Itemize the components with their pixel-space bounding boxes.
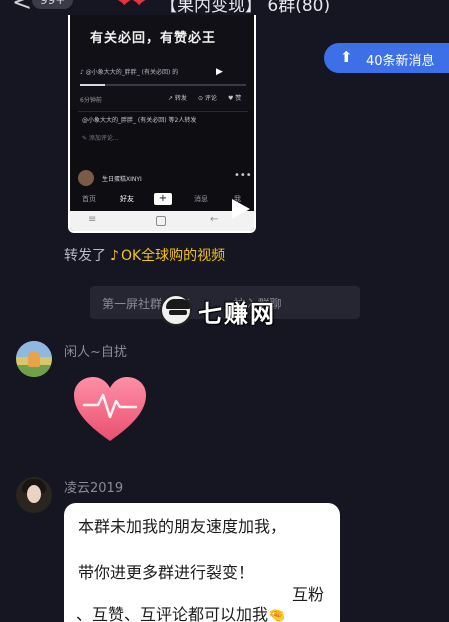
video-author-row[interactable]: 生日蛋糕XINYI ••• — [78, 170, 252, 186]
like-button[interactable]: ♥ 赞 — [228, 93, 241, 102]
message-line-text: 、互赞、互评论都可以加我 — [76, 605, 269, 622]
author-name[interactable]: 生日蛋糕XINYI — [102, 174, 142, 183]
play-video-icon[interactable] — [226, 196, 252, 222]
sender-name: 闲人~自扰 — [64, 345, 127, 360]
avatar[interactable] — [16, 341, 52, 377]
heart-sticker[interactable] — [70, 375, 150, 445]
new-messages-button[interactable]: ⬆ 40条新消息 — [324, 43, 449, 73]
watermark-logo: 七赚网 — [160, 294, 296, 328]
avatar-face — [27, 485, 41, 503]
back-arrow-icon[interactable]: < — [12, 0, 32, 14]
home-square-icon[interactable] — [156, 216, 166, 226]
up-arrow-icon: ⬆ — [340, 48, 353, 66]
new-messages-label: 40条新消息 — [366, 54, 435, 69]
system-back-icon[interactable]: ← — [210, 214, 218, 225]
hand-gesture-icon: 🤏 — [268, 608, 286, 622]
sender-name: 凌云2019 — [64, 481, 124, 496]
message-line: 、互赞、互评论都可以加我🤏 — [76, 601, 285, 622]
video-progress-bar[interactable] — [80, 84, 246, 86]
card-divider — [78, 111, 248, 112]
watermark-hat — [166, 299, 190, 309]
play-triangle — [232, 199, 250, 219]
add-comment-input[interactable]: ✎ 添加评论... — [82, 133, 119, 142]
author-avatar[interactable] — [78, 170, 94, 186]
video-frame[interactable]: 有关必回，有赞必王 ♪ @小象大大的_胖胖_ (有关必回) 的 ▶ 6分钟前 ↗… — [70, 15, 254, 110]
message-line: 互粉 — [292, 585, 325, 604]
video-play-icon[interactable]: ▶ — [216, 67, 223, 77]
forward-source-link[interactable]: OK全球购的视频 — [121, 248, 225, 264]
video-progress-fill — [80, 84, 105, 86]
repost-button[interactable]: ↗ 转发 — [168, 93, 187, 102]
author-more-icon[interactable]: ••• — [234, 170, 252, 181]
avatar-figure — [28, 351, 40, 367]
chat-header: < 99+ ❤❤ 【果内变现】 6群(80) ••• — [0, 0, 449, 16]
tiktok-icon: ♪ — [110, 248, 119, 264]
forward-caption[interactable]: 转发了 ♪ OK全球购的视频 — [64, 245, 225, 265]
title-hearts-icon: ❤❤ — [116, 0, 147, 12]
group-title: 【果内变现】 6群(80) — [160, 0, 331, 16]
nav-tab-friends[interactable]: 好友 — [120, 194, 134, 204]
watermark-glasses — [169, 310, 187, 315]
forward-prefix: 转发了 — [64, 248, 106, 264]
repost-comment-line: @小象大大的_胖胖_ (有关必回) 等2人转发 — [82, 117, 197, 124]
message-line: 带你进更多群进行裂变！ — [78, 563, 255, 582]
more-options-icon[interactable]: ••• — [410, 0, 449, 9]
watermark-face-icon — [160, 294, 192, 326]
watermark-text: 七赚网 — [198, 300, 276, 328]
video-overlay-text: 有关必回，有赞必王 — [90, 31, 217, 46]
message-line: 本群未加我的朋友速度加我， — [78, 517, 287, 536]
unread-count-badge: 99+ — [32, 0, 74, 9]
video-time: 6分钟前 — [80, 97, 102, 104]
avatar[interactable] — [16, 477, 52, 513]
message-bubble[interactable]: 本群未加我的朋友速度加我， 带你进更多群进行裂变！ 互粉 、互赞、互评论都可以加… — [64, 503, 340, 622]
create-plus-button[interactable]: + — [154, 193, 172, 205]
video-music-line: ♪ @小象大大的_胖胖_ (有关必回) 的 — [80, 69, 179, 76]
nav-tab-messages[interactable]: 消息 — [194, 194, 208, 204]
nav-tab-home[interactable]: 首页 — [82, 194, 96, 204]
menu-icon[interactable]: ≡ — [88, 214, 96, 225]
comment-button[interactable]: ⊙ 评论 — [198, 93, 217, 102]
